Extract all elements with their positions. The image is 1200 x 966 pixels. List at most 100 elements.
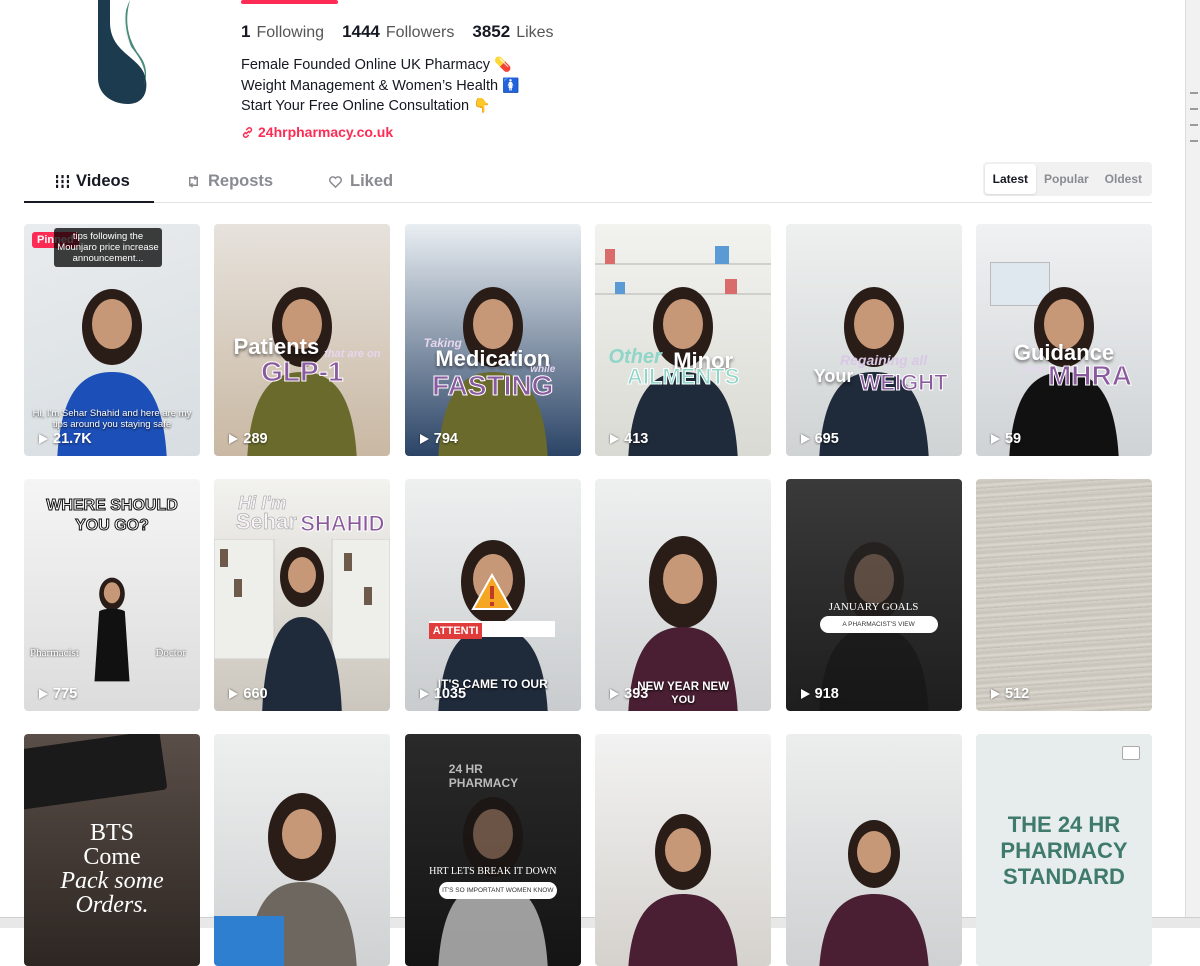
woman-sign-emoji-icon: 🚺 — [502, 76, 520, 93]
video-title-c: GLP-1 — [261, 356, 344, 388]
video-title-b: A PHARMACIST'S VIEW — [819, 616, 938, 633]
video-title-c: AILMENTS — [626, 364, 740, 390]
play-icon — [990, 434, 1000, 444]
video-title-c: STANDARD — [1003, 864, 1125, 889]
active-tab-indicator — [24, 201, 154, 203]
view-count: 660 — [229, 686, 268, 702]
video-top-caption: tips following the Mounjaro price increa… — [54, 228, 162, 267]
play-icon — [610, 689, 620, 699]
tab-liked[interactable]: Liked — [328, 160, 393, 202]
tab-reposts[interactable]: Reposts — [186, 160, 273, 202]
grid-icon — [56, 174, 69, 188]
view-count: 794 — [419, 431, 458, 447]
presenter-image — [94, 577, 130, 682]
view-count: 413 — [610, 431, 648, 447]
video-card[interactable]: NEW YEAR NEW YOU 393 — [595, 479, 772, 711]
presenter-image — [819, 820, 929, 966]
video-title-d: IT'S SO IMPORTANT WOMEN KNOW — [438, 882, 557, 899]
view-count: 918 — [800, 686, 839, 702]
view-count: 775 — [39, 686, 77, 702]
profile-link[interactable]: 24hrpharmacy.co.uk — [241, 124, 393, 140]
video-card[interactable]: Taking Medication while FASTING 794 — [404, 224, 581, 456]
video-title-a: JANUARY GOALS — [828, 601, 919, 613]
tab-videos[interactable]: Videos — [56, 160, 130, 202]
sort-oldest[interactable]: Oldest — [1097, 164, 1150, 194]
video-title-d: Orders. — [75, 892, 149, 918]
video-title-d: FASTING — [432, 370, 554, 402]
play-icon — [229, 434, 239, 444]
video-card[interactable]: BTS Come Pack some Orders. — [24, 734, 200, 966]
keyboard-image — [24, 734, 168, 811]
video-card[interactable]: THE 24 HR PHARMACY STANDARD — [975, 734, 1152, 966]
video-card[interactable]: Guidance from MHRA 59 — [975, 224, 1152, 456]
view-count: 393 — [610, 686, 648, 702]
profile-stats: 1 Following 1444 Followers 3852 Likes — [241, 22, 554, 42]
caption-box: ATTENTI — [428, 621, 555, 639]
video-card[interactable]: WHERE SHOULD YOU GO? Pharmacist Doctor 7… — [24, 479, 200, 711]
presenter-image — [262, 547, 343, 711]
video-card[interactable]: Hi I'm Sehar SHAHID 660 — [214, 479, 391, 711]
bio-line: Female Founded Online UK Pharmacy 💊 — [241, 56, 512, 73]
video-card[interactable]: 24 HR PHARMACY HRT LETS BREAK IT DOWN IT… — [404, 734, 581, 966]
profile-action-button[interactable] — [241, 0, 338, 4]
scroll-tick — [1190, 108, 1198, 110]
profile-tabs: Videos Reposts Liked Latest Popular Olde… — [24, 160, 1152, 203]
video-title-a: THE 24 HR — [1007, 812, 1121, 837]
repost-icon — [189, 174, 198, 188]
presenter-image — [628, 814, 738, 966]
video-card[interactable] — [785, 734, 962, 966]
video-title-c: WEIGHT — [859, 370, 948, 396]
pointing-hand-emoji-icon: 👇 — [473, 97, 491, 113]
video-title-b: PHARMACY — [1000, 838, 1128, 863]
avatar-logo[interactable] — [88, 0, 152, 106]
heart-outline-icon — [329, 175, 342, 188]
sort-popular[interactable]: Popular — [1036, 164, 1097, 194]
video-label-left: Pharmacist — [30, 647, 79, 659]
video-title-c: SHAHID — [300, 511, 385, 537]
play-icon — [800, 434, 810, 444]
pill-emoji-icon: 💊 — [494, 56, 512, 72]
video-title-b: YOU GO? — [75, 517, 150, 535]
profile-bio: Female Founded Online UK Pharmacy 💊 Weigh… — [241, 55, 520, 117]
video-card[interactable]: Patients that are on GLP-1 289 — [214, 224, 391, 456]
followers-stat[interactable]: 1444 Followers — [342, 22, 454, 42]
video-card[interactable] — [595, 734, 772, 966]
play-icon — [39, 689, 48, 699]
view-count: 695 — [800, 431, 839, 447]
video-title-c: Pack some — [60, 868, 164, 894]
video-card[interactable]: ATTENTI IT'S CAME TO OUR 1035 — [404, 479, 581, 711]
sort-latest[interactable]: Latest — [984, 164, 1036, 194]
play-icon — [229, 689, 239, 699]
video-card[interactable] — [214, 734, 391, 966]
window-scrollbar[interactable] — [1185, 0, 1200, 928]
warning-icon — [471, 573, 513, 610]
play-icon — [419, 434, 429, 444]
play-icon — [800, 689, 810, 699]
video-card[interactable]: JANUARY GOALS A PHARMACIST'S VIEW 918 — [785, 479, 962, 711]
video-title-b: Come — [83, 844, 141, 870]
video-grid: Pinned tips following the Mounjaro price… — [24, 224, 1152, 966]
bio-line: Weight Management & Women’s Health 🚺 — [241, 76, 520, 94]
video-title-a: BTS — [89, 820, 134, 846]
video-card[interactable]: Regaining all Your WEIGHT 695 — [785, 224, 962, 456]
video-title-a: WHERE SHOULD — [46, 497, 179, 515]
following-stat[interactable]: 1 Following — [241, 22, 324, 42]
image-icon — [1121, 746, 1140, 760]
view-count: 512 — [990, 686, 1029, 702]
scroll-tick — [1190, 124, 1198, 126]
video-card[interactable]: Pinned tips following the Mounjaro price… — [24, 224, 200, 456]
video-card[interactable]: 512 — [975, 479, 1152, 711]
video-title-c: MHRA — [1047, 360, 1132, 392]
view-count: 59 — [990, 431, 1021, 447]
video-title-a: 24 HR — [448, 762, 483, 776]
likes-stat: 3852 Likes — [472, 22, 554, 41]
view-count: 21.7K — [39, 431, 92, 447]
video-card[interactable]: Other Minor AILMENTS 413 — [595, 224, 772, 456]
video-title-b: PHARMACY — [448, 776, 519, 790]
video-bottom-caption: Hi, I'm Sehar Shahid and here are my tip… — [32, 408, 192, 430]
scroll-tick — [1190, 140, 1198, 142]
link-icon — [242, 126, 253, 138]
video-label-right: Doctor — [155, 647, 186, 659]
view-count: 289 — [229, 431, 268, 447]
play-icon — [39, 434, 48, 444]
